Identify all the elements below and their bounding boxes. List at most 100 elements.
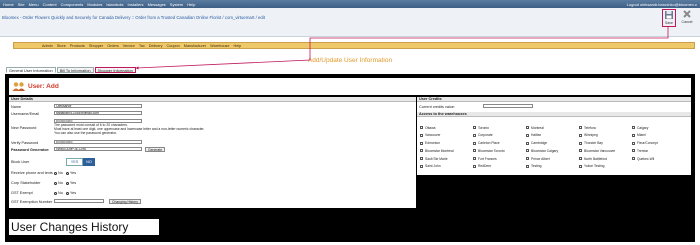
warehouse-checkbox[interactable]: [632, 126, 635, 129]
subnav-item-store[interactable]: Store: [57, 44, 66, 48]
subnav-item-warehouse[interactable]: Warehouse: [210, 44, 229, 48]
warehouse-label: Halifax: [531, 133, 542, 138]
receive-yes-radio[interactable]: [65, 171, 69, 175]
subnav-item-tax[interactable]: Tax: [139, 44, 145, 48]
warehouse-label: Bloomstar Toronto: [478, 148, 505, 153]
warehouse-checkbox[interactable]: [632, 133, 635, 137]
subnav-item-vendor[interactable]: Vendor: [123, 44, 135, 48]
warehouse-checkbox[interactable]: [473, 164, 476, 168]
receive-no-radio[interactable]: [54, 171, 57, 175]
warehouse-label: Bloomstar Vancouver: [584, 148, 616, 153]
current-credits-field[interactable]: [483, 104, 533, 108]
warehouse-checkbox[interactable]: [473, 141, 476, 145]
warehouse-checkbox[interactable]: [473, 157, 476, 161]
menu-item[interactable]: Help: [187, 2, 195, 7]
menu-item[interactable]: System: [170, 2, 183, 7]
tab-bar: General User Information Bill To Informa…: [6, 67, 137, 73]
username-field[interactable]: falgababy1234d@gmail.com: [54, 111, 142, 115]
password-generator-field[interactable]: xWbu7&9e^Jk-Cxr6: [54, 147, 142, 151]
verify-password-field[interactable]: ••••••••••••••: [54, 140, 142, 144]
tab-shopper-information[interactable]: Shopper Information: [94, 67, 136, 73]
cancel-button[interactable]: Cancel: [680, 9, 694, 27]
generate-button[interactable]: Generate: [145, 147, 166, 152]
warehouse-checkbox[interactable]: [473, 149, 476, 153]
main-menu: Home Site Menu Content Components Modules Isla…: [3, 2, 195, 7]
warehouse-item: Yukon Testing: [579, 163, 632, 170]
gst-number-field[interactable]: [54, 199, 104, 203]
warehouse-checkbox[interactable]: [579, 126, 582, 129]
subnav-item-delivery[interactable]: Delivery: [149, 44, 163, 48]
warehouse-checkbox[interactable]: [526, 133, 529, 137]
warehouse-checkbox[interactable]: [526, 164, 529, 168]
corp-no-radio[interactable]: [54, 181, 57, 185]
warehouse-checkbox[interactable]: [473, 126, 476, 129]
receive-texts-label: Receive phone and texts: [11, 171, 53, 175]
warehouse-checkbox[interactable]: [420, 141, 423, 145]
menu-item[interactable]: Content: [43, 2, 57, 7]
warehouse-checkbox[interactable]: [526, 157, 529, 161]
radio-no-label: No: [58, 191, 63, 195]
save-button[interactable]: Save: [662, 9, 676, 27]
warehouse-item: Vancouver: [420, 132, 473, 139]
menu-item[interactable]: Islambots: [106, 2, 123, 7]
password-note-3: You can also use the password generator.: [54, 131, 118, 135]
menu-item[interactable]: Home: [3, 2, 14, 7]
warehouse-checkbox[interactable]: [632, 157, 635, 161]
menu-item[interactable]: Menu: [29, 2, 39, 7]
warehouse-checkbox[interactable]: [420, 164, 423, 168]
warehouse-checkbox[interactable]: [526, 141, 529, 145]
warehouse-checkbox[interactable]: [579, 133, 582, 137]
subnav-item-admin[interactable]: Admin: [42, 44, 53, 48]
cancel-label: Cancel: [681, 20, 693, 24]
warehouse-label: RedDeer: [478, 164, 492, 169]
warehouse-checkbox[interactable]: [632, 141, 635, 145]
warehouse-checkbox[interactable]: [420, 133, 423, 137]
warehouse-checkbox[interactable]: [420, 149, 423, 153]
block-no-button[interactable]: NO: [83, 158, 95, 166]
warehouse-item: Fort Frances: [473, 155, 526, 162]
corp-yes-radio[interactable]: [65, 181, 69, 185]
warehouse-item: Corporate: [473, 132, 526, 139]
warehouse-checkbox[interactable]: [526, 149, 529, 153]
warehouse-checkbox[interactable]: [420, 126, 423, 129]
warehouse-checkbox[interactable]: [579, 157, 582, 161]
receive-texts-radios: No Yes: [52, 171, 76, 175]
page-title: Add/Update User Information: [307, 57, 393, 64]
warehouse-label: Telefora: [584, 125, 596, 130]
warehouse-item: Bloomstar Vancouver: [579, 147, 632, 154]
logout-link[interactable]: Logout oleksandr.baroshko@bloomex.c: [627, 2, 697, 7]
warehouse-label: Montreal: [531, 125, 544, 130]
warehouse-checkbox[interactable]: [579, 164, 582, 168]
radio-no-label: No: [58, 171, 63, 175]
warehouse-label: Yukon Testing: [584, 164, 605, 169]
warehouse-checkbox[interactable]: [579, 149, 582, 153]
menu-item[interactable]: Installers: [128, 2, 144, 7]
warehouse-checkbox[interactable]: [526, 126, 529, 129]
subnav-item-help[interactable]: Help: [233, 44, 241, 48]
subnav-item-coupon[interactable]: Coupon: [166, 44, 179, 48]
warehouse-label: Prince Albert: [531, 156, 550, 161]
menu-item[interactable]: Messages: [148, 2, 166, 7]
warehouse-checkbox[interactable]: [420, 157, 423, 161]
name-field[interactable]: Oleksandr: [54, 104, 142, 108]
warehouse-checkbox[interactable]: [473, 133, 476, 137]
gst-exempt-radios: No Yes: [52, 191, 76, 195]
warehouse-checkbox[interactable]: [579, 141, 582, 145]
gst-number-label: GST Exemption Number: [11, 200, 53, 204]
warehouse-label: Cambridge: [531, 141, 548, 146]
menu-item[interactable]: Modules: [87, 2, 102, 7]
warehouse-checkbox[interactable]: [632, 149, 635, 153]
warehouse-label: Quebec-Wil: [637, 156, 655, 161]
subnav-item-products[interactable]: Products: [70, 44, 85, 48]
gst-yes-radio[interactable]: [65, 191, 69, 195]
changing-history-button[interactable]: Changing History: [109, 199, 142, 204]
menu-item[interactable]: Components: [61, 2, 84, 7]
menu-item[interactable]: Site: [18, 2, 25, 7]
block-yes-button[interactable]: YES: [66, 158, 83, 166]
tab-bill-to-information[interactable]: Bill To Information: [56, 67, 94, 73]
subnav-item-orders[interactable]: Orders: [107, 44, 119, 48]
subnav-item-shopper[interactable]: Shopper: [89, 44, 103, 48]
subnav-item-manufacturer[interactable]: Manufacturer: [184, 44, 206, 48]
gst-no-radio[interactable]: [54, 191, 57, 195]
tab-general-user-information[interactable]: General User Information: [6, 67, 56, 73]
